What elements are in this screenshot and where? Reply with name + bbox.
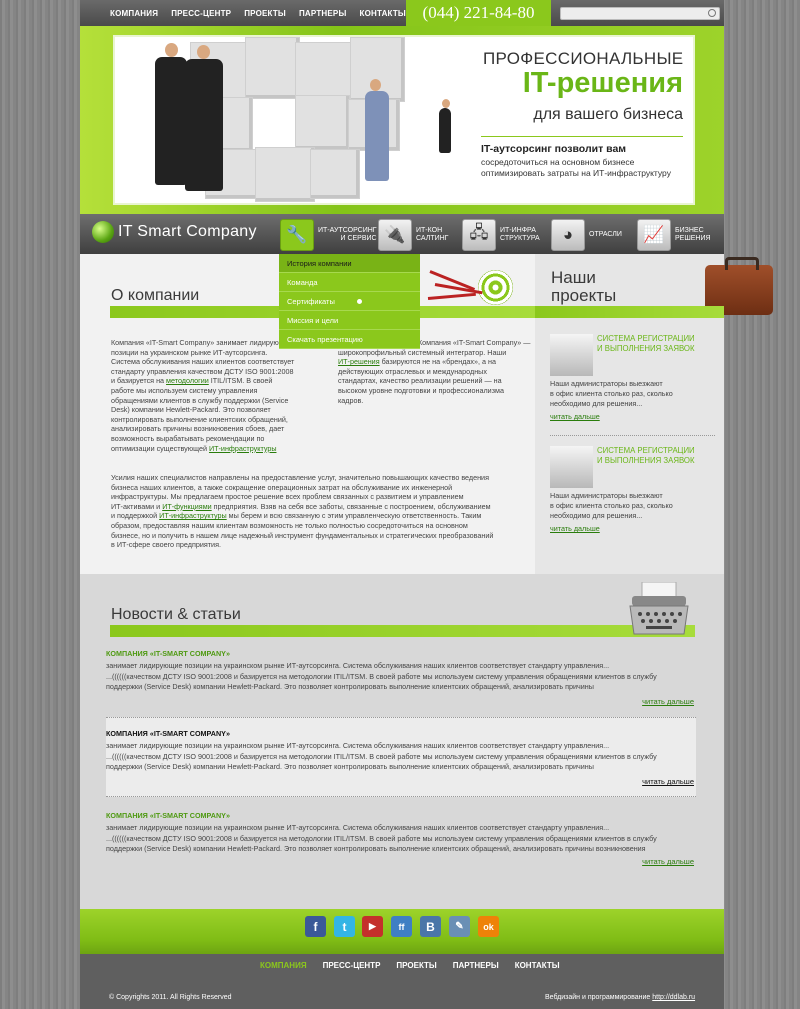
plug-icon: 🔌 (378, 218, 412, 251)
about-col1: Компания «IT-Smart Company» занимает лид… (111, 338, 295, 453)
menu-item-outsourcing[interactable]: 🔧 ИТ-аутсорсинг и сервис (280, 218, 377, 251)
news-read-more[interactable]: читать дальше (642, 777, 694, 786)
projects-title-bar (535, 306, 724, 318)
friendfeed-icon[interactable]: ff (391, 916, 412, 937)
news-read-more[interactable]: читать дальше (642, 697, 694, 706)
hero-line3: для вашего бизнеса (533, 106, 683, 123)
menu-item-consulting[interactable]: 🔌 ИТ-кон салтинг (378, 218, 448, 251)
news-item: КОМПАНИЯ «IT-SMART COMPANY» занимает лид… (106, 811, 696, 871)
nav-item-partners[interactable]: ПАРТНЕРЫ (299, 9, 347, 18)
presentation-icon: 📈 (637, 218, 671, 251)
footer-nav: КОМПАНИЯ ПРЕСС-ЦЕНТР ПРОЕКТЫ ПАРТНЕРЫ КО… (260, 961, 560, 970)
odnoklassniki-icon[interactable]: ok (478, 916, 499, 937)
hero-panel: ПРОФЕССИОНАЛЬНЫЕ IT-решения для вашего б… (113, 35, 695, 205)
news-title: Новости & статьи (111, 606, 241, 623)
bullet-icon (356, 298, 363, 305)
dropdown-item-history[interactable]: История компании (279, 254, 420, 273)
project-title[interactable]: СИСТЕМА РЕГИСТРАЦИИ И ВЫПОЛНЕНИЯ ЗАЯВОК (597, 446, 715, 465)
news-title-bar (110, 625, 695, 637)
developer-credit: Вебдизайн и программирование http://ddla… (545, 994, 696, 1001)
phone-number: (044) 221-84-80 (406, 0, 551, 26)
dropdown-item-team[interactable]: Команда (279, 273, 420, 292)
facebook-icon[interactable]: f (305, 916, 326, 937)
divider (550, 435, 715, 436)
nav-item-projects[interactable]: ПРОЕКТЫ (244, 9, 286, 18)
dropdown-item-presentation[interactable]: Скачать презентацию (279, 330, 420, 349)
project-thumbnail[interactable] (550, 446, 593, 488)
about-title: О компании (111, 287, 200, 304)
dropdown-menu: История компании Команда Сертификаты Мис… (279, 254, 420, 349)
nav-item-company[interactable]: КОМПАНИЯ (110, 9, 158, 18)
menu-item-infrastructure[interactable]: 🖧 ИТ-инфра структура (462, 218, 540, 251)
nav-item-press[interactable]: ПРЕСС-ЦЕНТР (171, 9, 231, 18)
news-item-title[interactable]: КОМПАНИЯ «IT-SMART COMPANY» (106, 729, 696, 738)
livejournal-icon[interactable]: ✎ (449, 916, 470, 937)
menu-item-business[interactable]: 📈 Бизнес решения (637, 218, 711, 251)
news-item: КОМПАНИЯ «IT-SMART COMPANY» занимает лид… (106, 729, 696, 789)
search-input[interactable] (560, 7, 720, 20)
news-item-title[interactable]: КОМПАНИЯ «IT-SMART COMPANY» (106, 811, 696, 820)
project-title[interactable]: СИСТЕМА РЕГИСТРАЦИИ И ВЫПОЛНЕНИЯ ЗАЯВОК (597, 334, 715, 353)
twitter-icon[interactable]: t (334, 916, 355, 937)
pie-chart-icon: ◕ (551, 218, 585, 251)
footer-nav-partners[interactable]: ПАРТНЕРЫ (453, 961, 499, 970)
footer-nav-company[interactable]: КОМПАНИЯ (260, 961, 307, 970)
network-icon: 🖧 (462, 218, 496, 251)
search-icon[interactable] (708, 9, 716, 17)
project-read-more[interactable]: читать дальше (550, 412, 600, 421)
project-read-more[interactable]: читать дальше (550, 524, 600, 533)
it-infrastructure-link[interactable]: ИТ-инфраструктуры (209, 444, 277, 453)
menu-item-industries[interactable]: ◕ Отрасли (551, 218, 622, 251)
hero-banner: ПРОФЕССИОНАЛЬНЫЕ IT-решения для вашего б… (80, 26, 724, 214)
footer-nav-contacts[interactable]: КОНТАКТЫ (515, 961, 560, 970)
news-read-more[interactable]: читать дальше (642, 857, 694, 866)
top-nav: КОМПАНИЯ ПРЕСС-ЦЕНТР ПРОЕКТЫ ПАРТНЕРЫ КО… (110, 9, 406, 18)
news-item-body: занимает лидирующие позиции на украинско… (106, 661, 657, 691)
nav-item-contacts[interactable]: КОНТАКТЫ (360, 9, 406, 18)
hero-line1: ПРОФЕССИОНАЛЬНЫЕ (483, 49, 684, 68)
project-card: СИСТЕМА РЕГИСТРАЦИИ И ВЫПОЛНЕНИЯ ЗАЯВОК … (550, 446, 715, 541)
projects-title: Наши проекты (551, 268, 617, 305)
dropdown-item-certificates[interactable]: Сертификаты (279, 292, 420, 311)
project-description: Наши администраторы выезжают в офис клие… (550, 379, 673, 408)
hero-line2: IT-решения (522, 67, 683, 99)
project-thumbnail[interactable] (550, 334, 593, 376)
page: КОМПАНИЯ ПРЕСС-ЦЕНТР ПРОЕКТЫ ПАРТНЕРЫ КО… (80, 0, 773, 1009)
hero-subtitle: IT-аутсорсинг позволит вам (481, 143, 627, 155)
target-icon (478, 270, 513, 305)
typewriter-icon (629, 582, 689, 635)
logo-icon (92, 221, 114, 243)
hero-subtext: сосредоточиться на основном бизнесе опти… (481, 157, 671, 178)
news-item-body: занимает лидирующие позиции на украинско… (106, 741, 657, 771)
news-item-title[interactable]: КОМПАНИЯ «IT-SMART COMPANY» (106, 649, 696, 658)
project-card: СИСТЕМА РЕГИСТРАЦИИ И ВЫПОЛНЕНИЯ ЗАЯВОК … (550, 334, 715, 429)
logo-text: IT Smart Company (118, 223, 257, 240)
it-solutions-link[interactable]: ИТ-решения (338, 357, 380, 366)
tools-icon: 🔧 (280, 218, 314, 251)
hero-divider (481, 136, 683, 137)
top-bar: КОМПАНИЯ ПРЕСС-ЦЕНТР ПРОЕКТЫ ПАРТНЕРЫ КО… (80, 0, 724, 26)
dropdown-item-mission[interactable]: Миссия и цели (279, 311, 420, 330)
main-menu-bar: IT Smart Company 🔧 ИТ-аутсорсинг и сервис… (80, 214, 724, 254)
about-paragraph: Усилия наших специалистов направлены на … (111, 473, 494, 550)
news-item-body: занимает лидирующие позиции на украинско… (106, 823, 657, 853)
developer-link[interactable]: http://ddlab.ru (652, 994, 695, 1001)
methodology-link[interactable]: методологии (166, 376, 209, 385)
vkontakte-icon[interactable]: B (420, 916, 441, 937)
project-description: Наши администраторы выезжают в офис клие… (550, 491, 673, 520)
it-infrastructure-link-2[interactable]: ИТ-инфраструктуры (159, 511, 227, 520)
logo[interactable]: IT Smart Company (92, 221, 257, 243)
youtube-icon[interactable]: ▶ (362, 916, 383, 937)
footer-nav-projects[interactable]: ПРОЕКТЫ (396, 961, 436, 970)
footer-nav-press[interactable]: ПРЕСС-ЦЕНТР (323, 961, 381, 970)
copyright: © Copyrights 2011. All Rights Reserved (109, 994, 232, 1001)
it-functions-link[interactable]: ИТ-функциями (162, 502, 211, 511)
news-item: КОМПАНИЯ «IT-SMART COMPANY» занимает лид… (106, 649, 696, 709)
